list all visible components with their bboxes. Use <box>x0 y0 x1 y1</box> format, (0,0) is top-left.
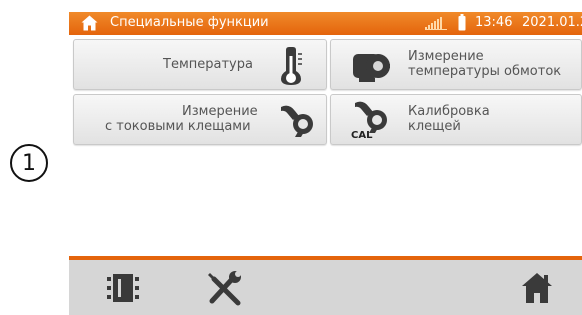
motor-icon <box>353 54 390 82</box>
thermometer-icon <box>281 47 302 85</box>
header-bar: Специальные функции 13:46 2021.01.27 <box>69 12 582 35</box>
signal-icon <box>425 17 447 30</box>
callout-number: 1 <box>10 144 48 182</box>
header-time: 13:46 <box>475 15 513 30</box>
tile-label-line2: температуры обмоток <box>408 64 562 79</box>
tile-label-line2: клещей <box>408 119 461 134</box>
tile-label: Температура <box>163 57 253 72</box>
callout-number-text: 1 <box>22 150 36 176</box>
footer-bar <box>69 260 582 315</box>
menu-tile-clamp-calibration[interactable]: CAL Калибровка клещей <box>330 94 582 145</box>
memory-icon[interactable] <box>106 271 140 305</box>
menu-tile-temperature[interactable]: Температура <box>73 39 327 90</box>
header-date: 2021.01.27 <box>522 15 582 30</box>
cal-label: CAL <box>351 130 373 141</box>
tile-label-line1: Измерение <box>182 104 258 119</box>
tile-label-line1: Измерение <box>408 49 484 64</box>
settings-tools-icon[interactable] <box>204 269 244 309</box>
menu-tile-winding-temperature[interactable]: Измерение температуры обмоток <box>330 39 582 90</box>
tile-label-line2: с токовыми клещами <box>105 119 251 134</box>
battery-icon <box>458 14 466 31</box>
device-screen: Специальные функции 13:46 2021.01.27 Тем… <box>69 0 582 315</box>
menu-tile-clamp-measurement[interactable]: Измерение с токовыми клещами <box>73 94 327 145</box>
current-clamp-icon <box>281 105 313 137</box>
page-title: Специальные функции <box>110 15 269 30</box>
home-nav-icon[interactable] <box>520 271 554 305</box>
tile-label-line1: Калибровка <box>408 104 490 119</box>
home-icon[interactable] <box>81 15 98 31</box>
